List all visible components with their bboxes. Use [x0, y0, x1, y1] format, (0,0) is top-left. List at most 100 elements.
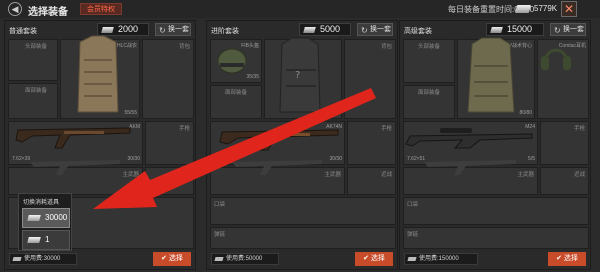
helmet-slot[interactable]: 头部装备 — [403, 39, 455, 83]
secondary-weapon-slot[interactable]: 主武器 — [8, 167, 143, 195]
loadout-panel-premium: 高级套装 15000 ↻ 换一套 头部装备 面部装备 IMTV战术背心 80/8… — [399, 20, 591, 270]
page-title: 选择装备 — [28, 7, 68, 18]
back-icon[interactable]: ◀ — [8, 2, 22, 16]
vest-slot[interactable] — [264, 39, 342, 119]
headset-slot[interactable]: Comtac耳机 — [537, 39, 589, 119]
swap-button[interactable]: ↻ 换一套 — [550, 23, 586, 36]
loadout-panel-advanced: 进阶套装 5000 ↻ 换一套 FIB头盔 35/35 面部装备 背包 AK74… — [206, 20, 398, 270]
ammo-type: 5.45×39 — [214, 156, 233, 162]
slot-label: 近战 — [573, 172, 585, 178]
slot-label: 手枪 — [573, 126, 585, 132]
primary-weapon-slot[interactable]: AK74N 5.45×39 30/30 — [210, 121, 345, 165]
vip-badge[interactable]: 会员特权 — [80, 3, 122, 15]
slot-label: 近战 — [380, 172, 392, 178]
secondary-weapon-slot[interactable]: 主武器 — [210, 167, 345, 195]
price-box: 2000 — [97, 23, 149, 36]
magazine-count: 5/5 — [528, 156, 535, 162]
consumable-option[interactable]: 1 — [22, 230, 70, 250]
slot-label: 背包 — [380, 44, 392, 50]
panel-name: 进阶套装 — [211, 28, 239, 35]
usage-cost-label: 使用费:50000 — [226, 256, 263, 262]
swap-label: 换一套 — [168, 26, 189, 33]
primary-weapon-slot[interactable]: AKM 7.62×39 30/30 — [8, 121, 143, 165]
coin-icon — [12, 257, 22, 261]
item-name: Comtac耳机 — [558, 43, 586, 49]
sidearm-slot[interactable]: 手枪 — [347, 121, 396, 165]
face-slot[interactable]: 面部装备 — [8, 83, 58, 119]
swap-button[interactable]: ↻ 换一套 — [155, 23, 191, 36]
primary-weapon-slot[interactable]: M24 7.62×51 5/5 — [403, 121, 538, 165]
item-name: M24 — [525, 124, 535, 130]
slot-label: 背包 — [178, 44, 190, 50]
check-icon: ✔ — [556, 255, 564, 262]
coin-icon — [27, 215, 41, 221]
swap-label: 换一套 — [370, 26, 391, 33]
pocket-slot[interactable]: 口袋 — [403, 197, 589, 225]
panel-header: 高级套装 15000 ↻ 换一套 — [400, 23, 590, 39]
close-icon[interactable]: ✕ — [561, 1, 577, 17]
usage-cost: 使用费:50000 — [211, 253, 279, 265]
option-value: 1 — [45, 235, 50, 244]
face-slot[interactable]: 面部装备 — [403, 85, 455, 119]
vest-slot[interactable]: HLC战衣 55/55 — [60, 39, 140, 119]
refresh-icon: ↻ — [159, 26, 166, 35]
item-name: HLC战衣 — [116, 43, 137, 49]
slot-label: 弹链 — [407, 232, 419, 238]
select-label: 选择 — [370, 255, 385, 262]
slot-label: 手枪 — [380, 126, 392, 132]
item-name: IMTV战术背心 — [500, 43, 532, 49]
top-bar: ◀ 选择装备 会员特权 每日装备重置时间:05:00 5779K ✕ — [0, 0, 600, 18]
panel-name: 高级套装 — [404, 28, 432, 35]
panel-name: 普通套装 — [9, 28, 37, 35]
consumable-option[interactable]: 30000 — [22, 208, 70, 228]
select-button[interactable]: ✔ 选择 — [153, 252, 191, 266]
swap-button[interactable]: ↻ 换一套 — [357, 23, 393, 36]
slot-label: 近战 — [178, 172, 190, 178]
secondary-weapon-slot[interactable]: 主武器 — [403, 167, 538, 195]
panel-header: 进阶套装 5000 ↻ 换一套 — [207, 23, 397, 39]
price-value: 15000 — [507, 24, 533, 34]
select-button[interactable]: ✔ 选择 — [355, 252, 393, 266]
vest-slot[interactable]: IMTV战术背心 80/80 — [457, 39, 535, 119]
melee-slot[interactable]: 近战 — [145, 167, 194, 195]
panel-header: 普通套装 2000 ↻ 换一套 — [5, 23, 195, 39]
slot-label: 口袋 — [214, 202, 226, 208]
ammo-type: 7.62×39 — [12, 156, 31, 162]
coin-icon — [303, 27, 316, 33]
helmet-slot[interactable]: FIB头盔 35/35 — [210, 39, 262, 83]
slot-label: 主武器 — [517, 172, 534, 178]
check-icon: ✔ — [363, 255, 371, 262]
pocket-slot[interactable]: 口袋 — [210, 197, 396, 225]
magazine-count: 30/30 — [329, 156, 342, 162]
usage-cost: 使用费:150000 — [404, 253, 478, 265]
sidearm-slot[interactable]: 手枪 — [540, 121, 589, 165]
currency-amount: 5779K — [534, 4, 558, 13]
usage-cost: 使用费:30000 — [9, 253, 77, 265]
coin-icon — [490, 27, 503, 33]
ammo-belt-slot[interactable]: 弹链 — [210, 227, 396, 249]
backpack-slot[interactable]: 背包 — [142, 39, 194, 119]
refresh-icon: ↻ — [361, 26, 368, 35]
face-slot[interactable]: 面部装备 — [210, 85, 262, 119]
melee-slot[interactable]: 近战 — [540, 167, 589, 195]
coin-icon — [407, 257, 417, 261]
item-durability: 35/35 — [246, 74, 259, 80]
sidearm-slot[interactable]: 手枪 — [145, 121, 194, 165]
magazine-count: 30/30 — [127, 156, 140, 162]
slot-label: 头部装备 — [25, 44, 48, 50]
melee-slot[interactable]: 近战 — [347, 167, 396, 195]
backpack-slot[interactable]: 背包 — [344, 39, 396, 119]
select-button[interactable]: ✔ 选择 — [548, 252, 586, 266]
helmet-slot[interactable]: 头部装备 — [8, 39, 58, 81]
option-value: 30000 — [45, 213, 68, 222]
item-name: AK74N — [326, 124, 342, 130]
currency-display: 5779K — [512, 2, 561, 16]
popup-title: 切换消耗道具 — [23, 200, 60, 206]
refresh-icon: ↻ — [554, 26, 561, 35]
ammo-belt-slot[interactable]: 弹链 — [403, 227, 589, 249]
slot-label: 面部装备 — [225, 90, 248, 96]
item-durability: 80/80 — [519, 110, 532, 116]
price-value: 5000 — [320, 24, 341, 34]
slot-label: 主武器 — [324, 172, 341, 178]
slot-label: 主武器 — [122, 172, 139, 178]
